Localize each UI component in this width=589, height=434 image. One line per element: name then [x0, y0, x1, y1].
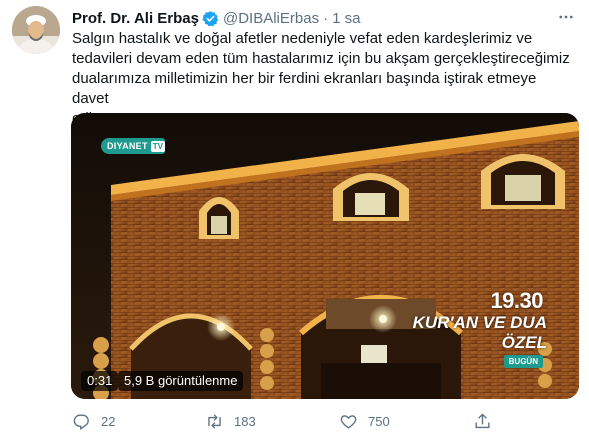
tweet-timestamp[interactable]: 1 sa: [332, 10, 360, 27]
tweet-header: Prof. Dr. Ali Erbaş @DIBAliErbas · 1 sa: [72, 8, 360, 28]
reply-button[interactable]: 22: [72, 410, 115, 432]
more-horizontal-icon[interactable]: [555, 7, 577, 27]
video-thumbnail: [71, 113, 579, 399]
broadcast-title-line2: ÖZEL: [501, 333, 547, 352]
retweet-icon: [208, 413, 221, 429]
broadcast-title: KUR'AN VE DUA ÖZEL: [413, 313, 547, 353]
broadcast-time: 19.30: [490, 288, 543, 313]
channel-logo: DIYANET TV: [101, 138, 166, 154]
user-handle[interactable]: @DIBAliErbas: [223, 10, 319, 27]
reply-count: 22: [101, 413, 116, 429]
channel-logo-suffix: TV: [150, 140, 166, 152]
video-duration: 0:31: [81, 371, 119, 391]
tweet[interactable]: Prof. Dr. Ali Erbaş @DIBAliErbas · 1 sa …: [0, 0, 589, 434]
heart-icon: [340, 414, 357, 429]
avatar[interactable]: [12, 6, 60, 54]
retweet-button[interactable]: 183: [205, 410, 256, 432]
share-icon: [475, 413, 490, 428]
like-button[interactable]: 750: [339, 410, 390, 432]
display-name[interactable]: Prof. Dr. Ali Erbaş: [72, 10, 199, 27]
channel-logo-text: DIYANET: [107, 141, 148, 151]
video-player[interactable]: DIYANET TV 19.30 KUR'AN VE DUA ÖZEL BUGÜ…: [71, 113, 579, 399]
reply-icon: [73, 413, 89, 430]
tweet-actions: 22 183 750: [72, 410, 512, 432]
separator-dot: ·: [323, 9, 329, 27]
verified-badge-icon: [202, 10, 219, 27]
broadcast-title-line1: KUR'AN VE DUA: [412, 313, 547, 332]
like-count: 750: [368, 413, 390, 429]
view-count: 5,9 B görüntülenme: [118, 371, 244, 391]
broadcast-tag: BUGÜN: [503, 355, 543, 368]
retweet-count: 183: [234, 413, 256, 429]
share-button[interactable]: [473, 410, 502, 432]
